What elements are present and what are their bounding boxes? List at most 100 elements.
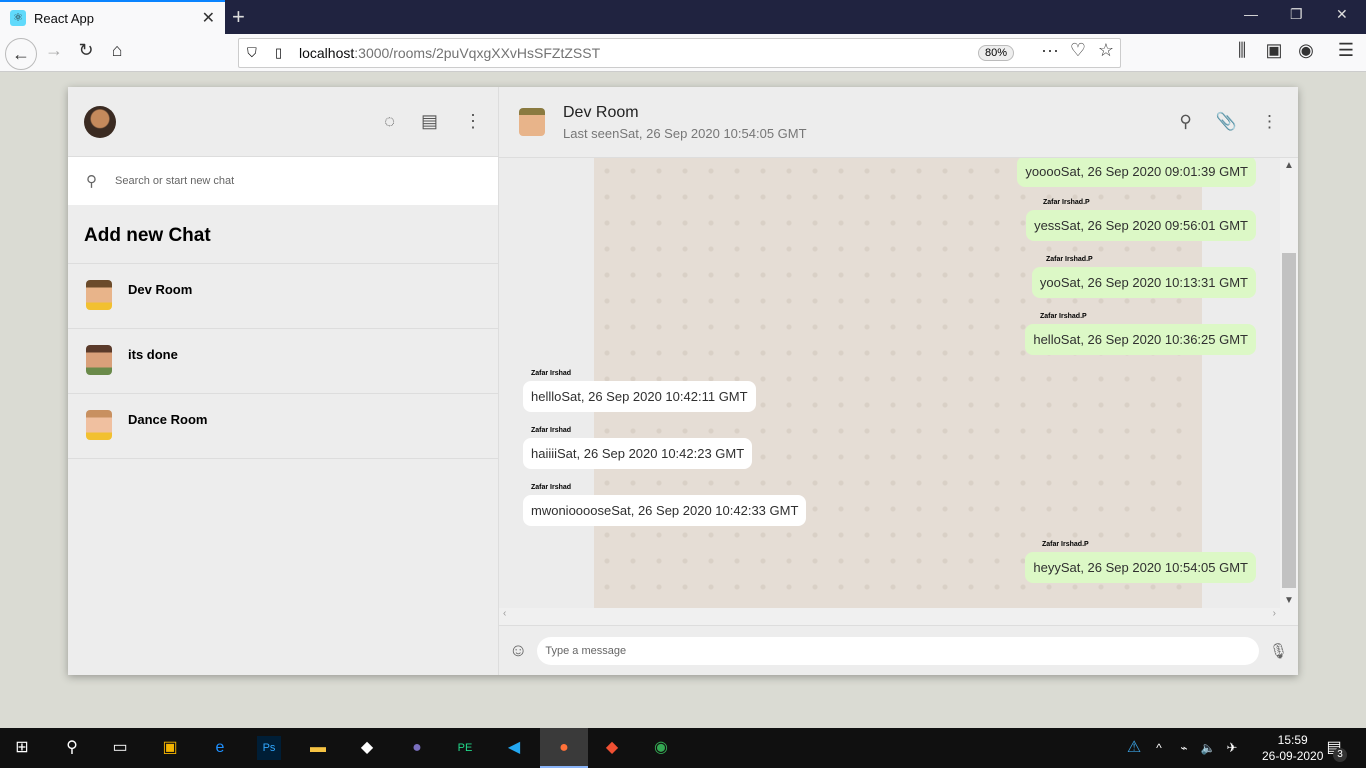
windows-start-icon[interactable]: ⊞ [10, 736, 34, 760]
close-window-button[interactable]: ✕ [1336, 6, 1348, 23]
chat-app: ◌ ▤ ⋮ ⚲ Search or start new chat Add new… [68, 87, 1298, 675]
mic-icon[interactable]: 🎙 [1269, 642, 1288, 660]
message: helloSat, 26 Sep 2020 10:36:25 GMT [1025, 324, 1256, 355]
shield-icon: ⛉ [247, 45, 257, 60]
message-sender: Zafar Irshad.P [1042, 541, 1089, 548]
reload-button[interactable]: ↻ [72, 40, 100, 61]
pocket-icon[interactable]: ♡ [1064, 40, 1092, 61]
restore-button[interactable]: ❐ [1290, 6, 1303, 23]
page-icon: ▯ [275, 45, 283, 60]
file-explorer-icon[interactable]: ▬ [306, 736, 330, 760]
room-name: its done [128, 347, 178, 362]
horizontal-scrollbar[interactable]: ‹ › [499, 608, 1298, 625]
close-tab-icon[interactable]: ✕ [202, 8, 215, 28]
status-icon[interactable]: ◌ [384, 111, 395, 132]
dropbox-icon[interactable]: ◆ [355, 736, 379, 760]
battery-icon[interactable]: ⌁ [1172, 736, 1196, 760]
url-path: :3000/rooms/2puVqxgXXvHsSFZtZSST [354, 45, 601, 61]
more-vert-icon[interactable]: ⋮ [464, 111, 482, 132]
message: haiiiiSat, 26 Sep 2020 10:42:23 GMT [523, 438, 753, 469]
tab-title: React App [34, 10, 94, 26]
message: hellloSat, 26 Sep 2020 10:42:11 GMT [523, 381, 756, 412]
vertical-scrollbar[interactable]: ▲ ▼ [1280, 158, 1298, 608]
room-item[interactable]: Dev Room [68, 264, 498, 329]
browser-tab[interactable]: ⚛ React App ✕ [0, 0, 225, 34]
tab-bar: ⚛ React App ✕ + — ❐ ✕ [0, 0, 1366, 34]
room-avatar [86, 280, 112, 310]
home-button[interactable]: ⌂ [103, 40, 131, 61]
room-item[interactable]: Dance Room [68, 394, 498, 459]
account-icon[interactable]: ◉ [1292, 40, 1320, 61]
menu-icon[interactable]: ☰ [1332, 40, 1360, 61]
search-icon[interactable]: ⚲ [1179, 112, 1191, 132]
message-input-placeholder: Type a message [545, 644, 627, 657]
room-name: Dance Room [128, 412, 208, 427]
chat-footer: ☺ Type a message 🎙 [499, 625, 1298, 675]
message: yessSat, 26 Sep 2020 09:56:01 GMT [1026, 210, 1256, 241]
chat-title: Dev Room [563, 103, 639, 121]
message-sender: Zafar Irshad [531, 484, 572, 491]
search-icon: ⚲ [86, 173, 97, 190]
search-input[interactable]: Search or start new chat [115, 175, 234, 187]
clock[interactable]: 15:59 26-09-2020 [1262, 732, 1323, 764]
add-new-chat[interactable]: Add new Chat [68, 205, 498, 264]
room-avatar [86, 345, 112, 375]
attach-icon[interactable]: 📎 [1216, 112, 1237, 132]
last-seen: Last seenSat, 26 Sep 2020 10:54:05 GMT [563, 125, 807, 141]
more-icon[interactable]: ··· [1036, 40, 1064, 61]
search-bar[interactable]: ⚲ Search or start new chat [68, 157, 498, 205]
sidebar: ◌ ▤ ⋮ ⚲ Search or start new chat Add new… [68, 87, 499, 675]
task-view-icon[interactable]: ▭ [108, 736, 132, 760]
chat-icon[interactable]: ▤ [421, 111, 438, 132]
library-icon[interactable]: ⫼ [1228, 40, 1256, 61]
message: yooooSat, 26 Sep 2020 09:01:39 GMT [1017, 158, 1256, 187]
chat-panel: Dev Room Last seenSat, 26 Sep 2020 10:54… [499, 87, 1298, 675]
message: mwoniooooseSat, 26 Sep 2020 10:42:33 GMT [523, 495, 807, 526]
chrome-icon[interactable]: ◉ [649, 736, 673, 760]
room-name: Dev Room [128, 282, 193, 297]
message: yooSat, 26 Sep 2020 10:13:31 GMT [1031, 267, 1256, 298]
airplane-mode-icon[interactable]: ✈ [1220, 736, 1244, 760]
url-host: localhost [299, 45, 355, 61]
avatar[interactable] [84, 105, 116, 138]
room-avatar [519, 108, 545, 136]
zoom-level[interactable]: 80% [978, 45, 1015, 61]
back-button[interactable]: ← [5, 38, 37, 70]
message-sender: Zafar Irshad.P [1046, 256, 1093, 263]
chat-header: Dev Room Last seenSat, 26 Sep 2020 10:54… [499, 87, 1298, 158]
message-list: yooooSat, 26 Sep 2020 09:01:39 GMT Zafar… [499, 158, 1298, 608]
git-icon[interactable]: ◆ [600, 736, 624, 760]
edge-icon[interactable]: e [208, 736, 232, 760]
room-item[interactable]: its done [68, 329, 498, 394]
emoji-icon[interactable]: ☺ [509, 640, 527, 661]
room-avatar [86, 410, 112, 440]
volume-icon[interactable]: 🔈 [1196, 736, 1220, 760]
taskbar: ⊞ ⚲ ▭ ▣ e Ps ▬ ◆ ● PE ◀ ● ◆ ◉ ⚠ ^ ⌁ 🔈 ✈ … [0, 728, 1366, 768]
firefox-icon[interactable]: ● [540, 728, 588, 768]
more-vert-icon[interactable]: ⋮ [1261, 112, 1278, 132]
message-sender: Zafar Irshad [531, 370, 572, 377]
message-sender: Zafar Irshad.P [1040, 313, 1087, 320]
search-icon[interactable]: ⚲ [60, 736, 84, 760]
message-sender: Zafar Irshad.P [1043, 199, 1090, 206]
notification-count: 3 [1333, 748, 1347, 762]
date: 26-09-2020 [1262, 749, 1324, 763]
new-tab-button[interactable]: + [232, 4, 245, 30]
minimize-button[interactable]: — [1244, 6, 1258, 22]
sidebar-icon[interactable]: ▣ [1260, 40, 1288, 61]
forward-button[interactable]: → [40, 40, 68, 61]
tray-chevron-icon[interactable]: ^ [1147, 736, 1171, 760]
photoshop-icon[interactable]: Ps [257, 736, 281, 760]
nav-bar: ← → ↻ ⌂ ⛉ ▯ localhost:3000/rooms/2puVqxg… [0, 34, 1366, 72]
bookmark-star-icon[interactable]: ☆ [1092, 40, 1120, 61]
eclipse-icon[interactable]: ● [405, 736, 429, 760]
message-input[interactable]: Type a message [537, 636, 1259, 665]
react-icon: ⚛ [10, 10, 26, 26]
message-sender: Zafar Irshad [531, 427, 572, 434]
update-warning-icon[interactable]: ⚠ [1122, 736, 1146, 760]
sidebar-header: ◌ ▤ ⋮ [68, 87, 498, 157]
pycharm-icon[interactable]: PE [453, 736, 477, 760]
time: 15:59 [1277, 733, 1308, 747]
vscode-icon[interactable]: ◀ [502, 736, 526, 760]
store-icon[interactable]: ▣ [158, 736, 182, 760]
